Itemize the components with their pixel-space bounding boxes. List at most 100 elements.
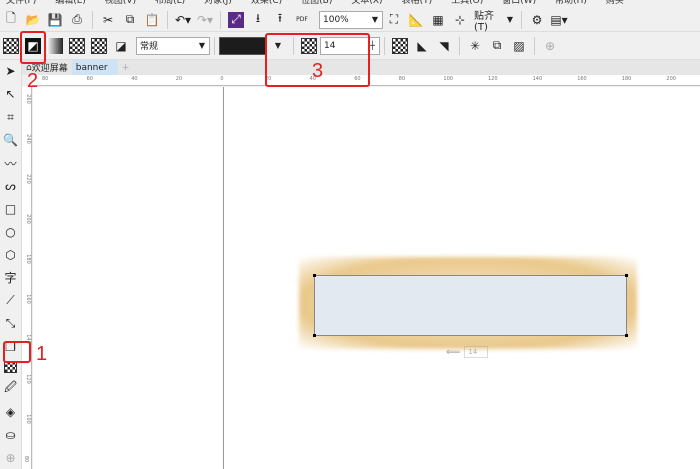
ruler-tick-label: 260 xyxy=(24,94,31,104)
divider xyxy=(459,36,460,55)
annotation-label-1: 1 xyxy=(36,343,48,365)
selection-handle[interactable] xyxy=(313,274,316,277)
selection-handle[interactable] xyxy=(625,274,628,277)
full-screen-icon[interactable]: ⛶ xyxy=(386,12,402,28)
two-color-pattern-transparency-icon[interactable]: ◪ xyxy=(113,38,129,54)
add-icon[interactable]: ⊕ xyxy=(542,38,558,54)
import-icon[interactable]: ⭳ xyxy=(250,11,266,28)
corel-connect-icon[interactable]: ⤢ xyxy=(228,11,244,28)
menu-table[interactable]: 表格(T) xyxy=(402,0,433,8)
eyedropper-tool-icon[interactable]: 🖉 xyxy=(3,379,19,397)
show-grid-icon[interactable]: ▦ xyxy=(430,12,446,28)
transparency-color-swatch[interactable] xyxy=(219,36,267,55)
all-target-icon[interactable]: ◥ xyxy=(436,38,452,54)
options-gear-icon[interactable]: ⚙ xyxy=(529,12,545,28)
add-tool-icon[interactable]: ⊕ xyxy=(3,449,19,466)
ruler-tick-label: 180 xyxy=(24,254,31,264)
bitmap-pattern-transparency-icon[interactable] xyxy=(91,37,107,54)
undo-icon[interactable]: ↶▾ xyxy=(175,12,191,28)
ruler-tick-label: 160 xyxy=(24,294,31,304)
divider xyxy=(521,10,522,29)
save-icon[interactable]: 💾 xyxy=(47,12,63,28)
fill-target-icon[interactable] xyxy=(392,37,408,54)
ruler-tick-label: 80 xyxy=(42,76,49,82)
divider xyxy=(92,10,93,29)
show-guidelines-icon[interactable]: ⊹ xyxy=(452,12,468,28)
menu-buy[interactable]: 购买 xyxy=(606,0,624,8)
menu-window[interactable]: 窗口(W) xyxy=(502,0,536,8)
text-tool-icon[interactable]: 字 xyxy=(3,269,19,286)
menu-layout[interactable]: 布局(L) xyxy=(155,0,185,8)
zoom-value: 100% xyxy=(323,14,349,25)
blend-mode-select[interactable]: 常规 ▼ xyxy=(136,36,210,55)
ruler-tick-label: 20 xyxy=(175,76,183,82)
page-border xyxy=(223,87,224,469)
outline-target-icon[interactable]: ◣ xyxy=(414,38,430,54)
crop-tool-icon[interactable]: ⌗ xyxy=(3,109,19,126)
zoom-tool-icon[interactable]: 🔍 xyxy=(3,132,19,149)
chevron-down-icon: ▼ xyxy=(198,41,205,50)
redo-icon[interactable]: ↷▾ xyxy=(197,12,213,28)
menu-help[interactable]: 帮助(H) xyxy=(555,0,587,8)
ghost-value: 14 xyxy=(464,346,489,358)
interactive-fill-icon[interactable]: ◈ xyxy=(3,403,19,420)
menu-object[interactable]: 对象(J) xyxy=(204,0,232,8)
selection-handle[interactable] xyxy=(313,334,316,337)
no-transparency-icon[interactable] xyxy=(3,37,19,54)
ruler-tick-label: 240 xyxy=(24,134,31,144)
publish-pdf-icon[interactable]: PDF xyxy=(294,12,310,28)
rectangle-tool-icon[interactable]: □ xyxy=(3,201,19,218)
divider xyxy=(534,36,535,55)
ruler-tick-label: 200 xyxy=(666,76,676,82)
ruler-tick-label: 220 xyxy=(24,174,31,184)
freehand-tool-icon[interactable]: 〰 xyxy=(3,155,19,172)
ruler-tick-label: 80 xyxy=(398,76,406,82)
cut-icon[interactable]: ✂ xyxy=(100,12,116,28)
fountain-transparency-icon[interactable] xyxy=(47,37,63,54)
menu-edit[interactable]: 编辑(E) xyxy=(55,0,86,8)
selected-rectangle[interactable] xyxy=(314,275,627,336)
copy-icon[interactable]: ⧉ xyxy=(122,12,138,28)
menu-text[interactable]: 文本(X) xyxy=(351,0,382,8)
arrow-icon: ⟸ xyxy=(446,346,461,358)
transparency-slider-handle[interactable]: ⟸ 14 xyxy=(446,346,489,358)
vertical-ruler[interactable]: 260 240 220 200 180 160 140 120 100 80 xyxy=(22,86,32,469)
tab-banner[interactable]: banner xyxy=(71,60,118,75)
ellipse-tool-icon[interactable]: ○ xyxy=(3,223,19,240)
edit-transparency-icon[interactable]: ▨ xyxy=(511,38,527,54)
menu-effects[interactable]: 效果(C) xyxy=(251,0,282,8)
new-document-icon[interactable]: 🗋 xyxy=(3,11,19,28)
export-icon[interactable]: ⭱ xyxy=(272,11,288,28)
shape-tool-icon[interactable]: ↖ xyxy=(3,86,19,103)
drawing-canvas[interactable]: ⟸ 14 xyxy=(33,87,700,469)
ruler-tick-label: 120 xyxy=(24,374,31,384)
show-rulers-icon[interactable]: 📐 xyxy=(408,12,424,28)
ruler-tick-label: 40 xyxy=(131,76,138,82)
menu-file[interactable]: 文件(F) xyxy=(6,0,36,8)
connector-tool-icon[interactable]: ⤡ xyxy=(3,315,19,332)
divider xyxy=(384,36,385,55)
vector-pattern-transparency-icon[interactable] xyxy=(69,37,85,54)
polygon-tool-icon[interactable]: ⬡ xyxy=(3,246,19,263)
divider xyxy=(214,36,215,55)
dimension-tool-icon[interactable]: ⟋ xyxy=(3,292,19,309)
selection-handle[interactable] xyxy=(625,334,628,337)
artistic-media-icon[interactable]: ᔕ xyxy=(3,178,19,195)
zoom-level-select[interactable]: 100% ▼ xyxy=(319,10,383,29)
smart-fill-icon[interactable]: ⛀ xyxy=(3,426,19,443)
menu-view[interactable]: 视图(V) xyxy=(105,0,136,8)
annotation-label-3: 3 xyxy=(312,60,324,82)
add-tab-button[interactable]: + xyxy=(118,60,134,75)
open-folder-icon[interactable]: 📂 xyxy=(25,12,41,28)
snap-to-dropdown[interactable]: 贴齐(T) ▼ xyxy=(471,11,517,33)
menu-bitmaps[interactable]: 位图(B) xyxy=(301,0,332,8)
application-launcher-icon[interactable]: ▤▾ xyxy=(550,12,567,28)
ruler-tick-label: 0 xyxy=(220,76,224,82)
chevron-down-icon: ▼ xyxy=(506,15,513,24)
pick-tool-icon[interactable]: ➤ xyxy=(3,63,19,80)
copy-transparency-icon[interactable]: ⧉ xyxy=(489,38,505,54)
paste-icon[interactable]: 📋 xyxy=(144,12,160,28)
snap-label: 贴齐(T) xyxy=(474,10,494,33)
print-icon[interactable]: ⎙ xyxy=(69,12,85,28)
freeze-transparency-icon[interactable]: ✳ xyxy=(467,38,483,54)
